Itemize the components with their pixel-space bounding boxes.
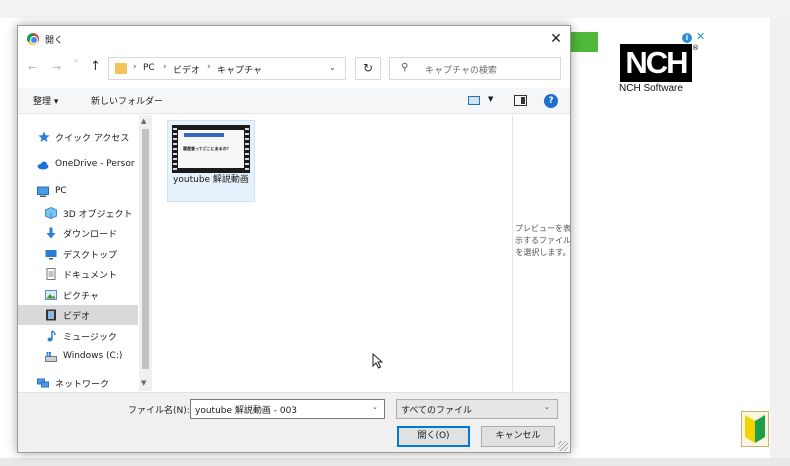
navigation-scrollbar[interactable]: ▲ ▼ [139,115,152,391]
filename-input[interactable]: youtube 解説動画 - 003 [190,399,385,419]
picture-icon [45,290,57,300]
mouse-cursor-icon [372,353,384,369]
preview-pane-icon[interactable] [514,95,527,106]
forward-arrow-icon[interactable]: → [52,62,61,74]
organize-button[interactable]: 整理 ▾ [33,94,58,107]
refresh-button[interactable]: ↻ [355,57,381,80]
nch-logo[interactable]: NCH [620,44,692,82]
up-arrow-icon[interactable]: ↑ [90,60,101,74]
browser-top-strip [0,0,790,18]
open-file-dialog: 開く ✕ ← → ˅ ↑ › PC › ビデオ › キャプチャ ⌄ ↻ ⚲ キャ… [17,25,571,453]
sidebar-item-pc[interactable]: PC [18,182,138,202]
breadcrumb-video[interactable]: ビデオ [173,63,200,76]
back-arrow-icon[interactable]: ← [28,62,37,74]
open-button[interactable]: 開く(O) [397,426,470,447]
navigation-bar: ← → ˅ ↑ › PC › ビデオ › キャプチャ ⌄ ↻ ⚲ キャプチャの検… [18,54,570,82]
cube-icon [45,207,57,219]
recent-locations-icon[interactable]: ˅ [73,59,79,71]
sidebar-item-label: クイック アクセス [55,134,130,144]
document-icon [46,268,56,280]
search-icon: ⚲ [401,62,409,73]
folder-icon [115,63,127,74]
desktop-icon [45,250,57,260]
search-input[interactable]: ⚲ キャプチャの検索 [389,57,561,80]
pc-icon [37,186,49,197]
sidebar-item-quick-access[interactable]: クイック アクセス [18,127,138,147]
sidebar-item-label: デスクトップ [63,251,118,261]
sidebar-item-videos[interactable]: ビデオ [18,305,138,325]
sidebar-item-music[interactable]: ミュージック [18,326,138,346]
file-list: 履歴書ってどこにあるの？ youtube 解説動画 [154,115,512,391]
scroll-down-icon[interactable]: ▼ [141,379,146,387]
search-placeholder: キャプチャの検索 [425,66,497,76]
breadcrumb-separator: › [163,62,167,72]
drive-icon [45,352,57,362]
close-button[interactable]: ✕ [546,29,566,49]
cloud-icon [37,161,49,170]
breadcrumb-separator: › [207,62,211,72]
sidebar-item-downloads[interactable]: ダウンロード [18,223,138,243]
view-dropdown-icon[interactable]: ▼ [488,95,493,103]
video-icon [46,309,56,321]
preview-pane: プレビューを表示するファイルを選択します。 [512,115,571,391]
green-banner[interactable] [568,32,598,52]
sidebar-item-desktop[interactable]: デスクトップ [18,244,138,264]
command-toolbar: 整理 ▾ 新しいフォルダー ▼ ? [18,88,570,114]
video-thumbnail: 履歴書ってどこにあるの？ [172,125,250,173]
view-options-icon[interactable] [468,96,480,105]
chrome-icon [27,33,39,45]
network-icon [37,378,49,388]
dialog-titlebar[interactable]: 開く ✕ [18,26,570,52]
address-dropdown-icon[interactable]: ⌄ [329,63,336,72]
sidebar-item-label: ミュージック [63,333,117,343]
filename-label: ファイル名(N): [128,406,190,416]
download-icon [46,227,56,239]
thumbnail-caption: 履歴書ってどこにあるの？ [183,146,231,151]
filetype-select[interactable]: すべてのファイル [396,399,558,419]
file-item[interactable]: 履歴書ってどこにあるの？ youtube 解説動画 [167,120,255,202]
ad-close-icon[interactable]: ✕ [696,31,705,43]
ad-info-icon[interactable]: i [682,33,692,43]
registered-mark: ® [692,44,699,52]
address-bar[interactable]: › PC › ビデオ › キャプチャ ⌄ [108,57,346,80]
sidebar-item-label: ダウンロード [63,230,118,240]
star-icon [38,131,50,142]
dialog-footer: ファイル名(N): youtube 解説動画 - 003 ⌄ すべてのファイル … [18,392,570,452]
sidebar-item-label: ネットワーク [55,380,110,390]
navigation-pane: クイック アクセス OneDrive - Persor PC 3D オブジェクト… [18,115,152,391]
sidebar-item-label: Windows (C:) [63,351,123,361]
music-icon [47,330,56,342]
sidebar-item-label: PC [55,186,67,196]
sidebar-item-3d-objects[interactable]: 3D オブジェクト [18,203,138,223]
file-name: youtube 解説動画 [173,175,249,185]
preview-message: プレビューを表示するファイルを選択します。 [515,224,571,257]
sidebar-item-label: ドキュメント [63,271,118,281]
sidebar-item-network[interactable]: ネットワーク [18,373,138,393]
help-icon[interactable]: ? [544,94,558,108]
sidebar-item-windows-c[interactable]: Windows (C:) [18,347,138,367]
sidebar-item-label: ピクチャ [63,292,99,302]
filetype-dropdown-icon[interactable]: ⌄ [544,403,550,411]
dialog-title: 開く [45,36,64,46]
browser-bottom-strip [0,458,790,466]
beginner-mark-icon [741,411,769,447]
sidebar-item-pictures[interactable]: ピクチャ [18,285,138,305]
sidebar-item-label: OneDrive - Persor [55,159,135,169]
nch-brand-text[interactable]: NCH Software [619,83,683,94]
scroll-up-icon[interactable]: ▲ [141,117,146,125]
breadcrumb-capture[interactable]: キャプチャ [217,63,262,76]
sidebar-item-documents[interactable]: ドキュメント [18,264,138,284]
sidebar-item-label: 3D オブジェクト [63,210,133,220]
page-right-edge [770,18,790,458]
resize-grip-icon[interactable] [558,441,568,451]
breadcrumb-pc[interactable]: PC [143,63,155,73]
scrollbar-thumb[interactable] [142,129,149,369]
breadcrumb-separator: › [133,62,137,72]
cancel-button[interactable]: キャンセル [481,426,555,447]
sidebar-item-onedrive[interactable]: OneDrive - Persor [18,155,138,175]
sidebar-item-label: ビデオ [63,312,91,322]
new-folder-button[interactable]: 新しいフォルダー [91,94,163,107]
filename-dropdown-icon[interactable]: ⌄ [372,403,378,411]
